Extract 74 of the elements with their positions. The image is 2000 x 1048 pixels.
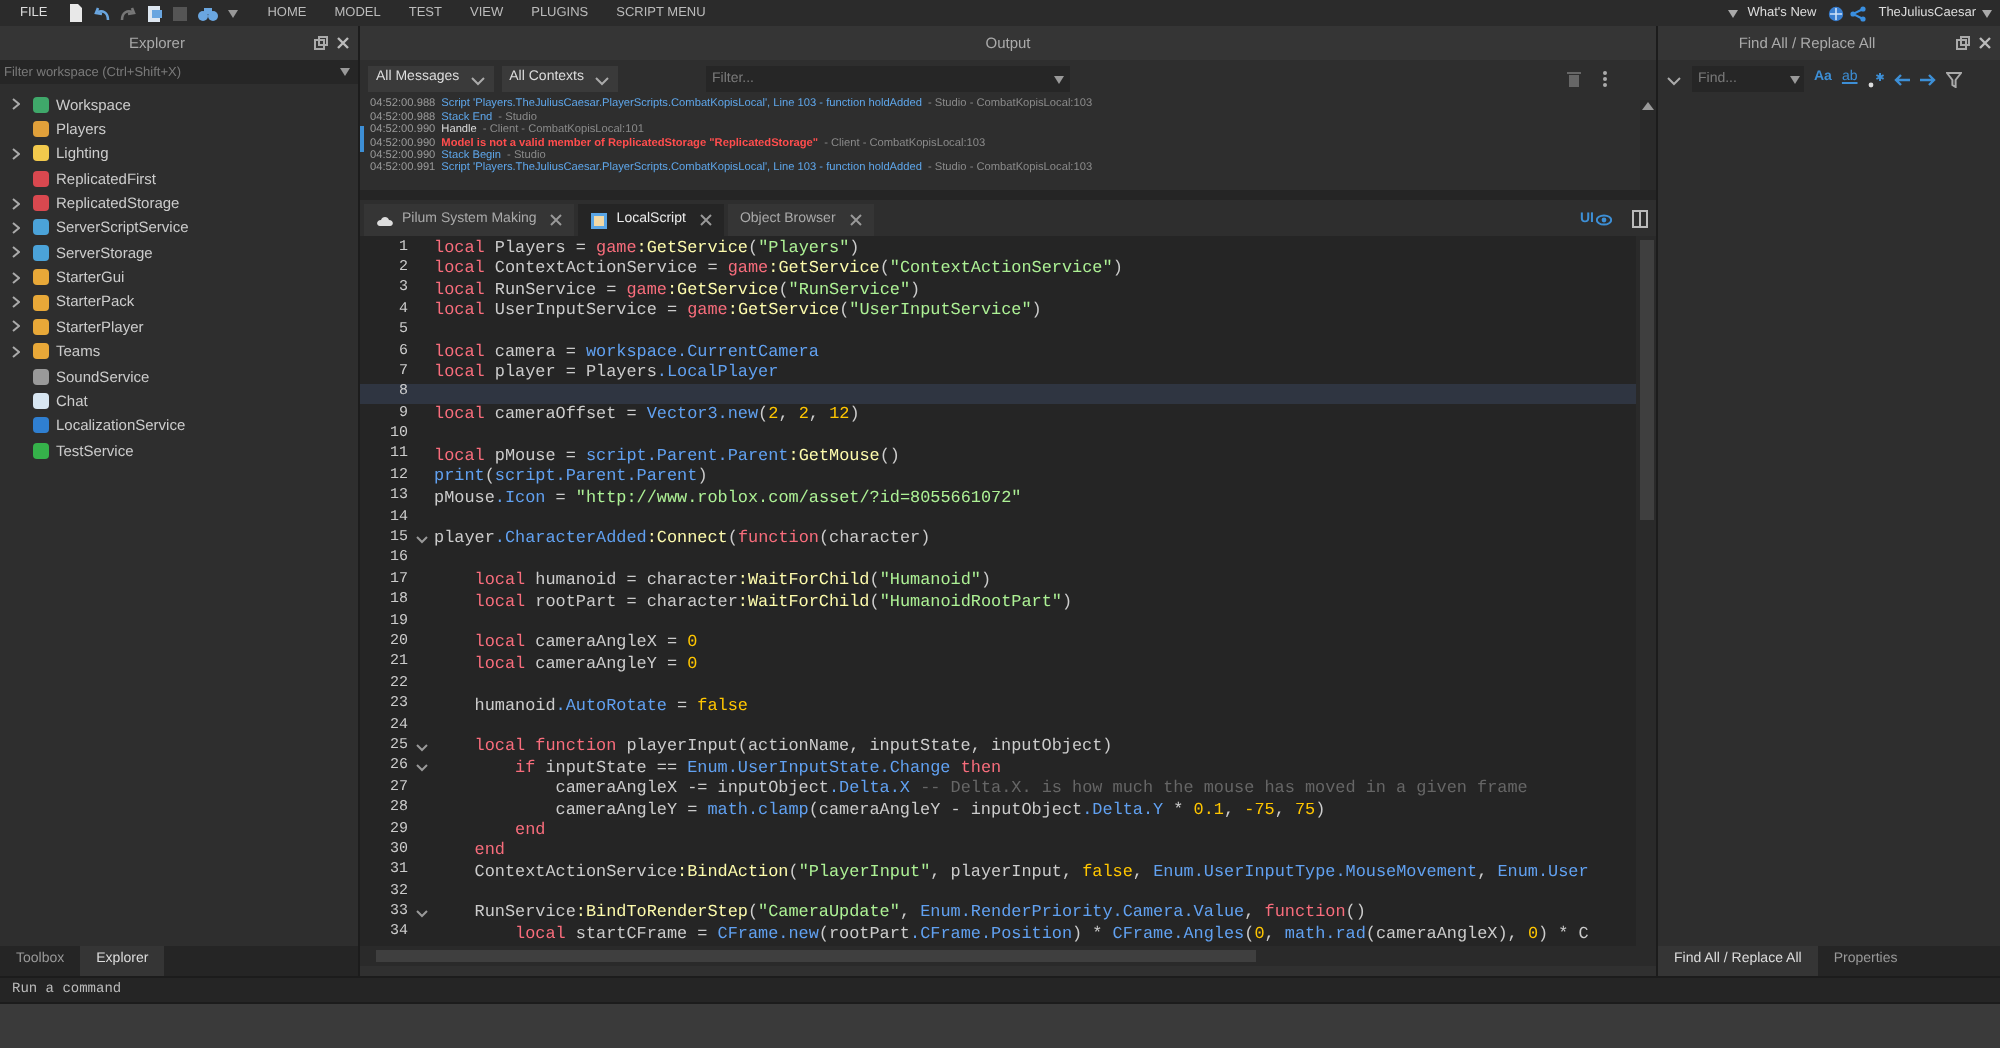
horizontal-scrollbar[interactable]: [360, 946, 1656, 966]
code-line: local UserInputService = game:GetService("UserInputService"): [434, 302, 1042, 320]
new-file-icon[interactable]: [67, 4, 84, 22]
chevron-right-icon[interactable]: [12, 221, 20, 234]
chevron-right-icon[interactable]: [12, 147, 20, 160]
chevron-right-icon[interactable]: [12, 197, 20, 210]
code-line: local cameraOffset = Vector3.new(2, 2, 12): [434, 406, 860, 424]
code-line: local humanoid = character:WaitForChild("Humanoid"): [472, 572, 992, 590]
split-icon[interactable]: [1632, 210, 1648, 228]
code-line: local camera = workspace.CurrentCamera: [434, 343, 819, 361]
globe-icon[interactable]: [1828, 5, 1845, 21]
caret-icon[interactable]: [1982, 9, 1992, 17]
code-line: pMouse.Icon = "http://www.roblox.com/asset/?id=8055661072": [434, 489, 1022, 507]
chevron-down-icon[interactable]: [1666, 73, 1682, 85]
close-icon[interactable]: [699, 214, 712, 226]
code-line: print(script.Parent.Parent): [434, 468, 708, 486]
code-line: local Players = game:GetService("Players"): [434, 239, 860, 257]
code-line: local function playerInput(actionName, inputState, inputObject): [472, 738, 1113, 756]
regex-icon[interactable]: [1867, 71, 1884, 87]
caret-icon[interactable]: [227, 9, 238, 17]
arrow-right-icon[interactable]: [1919, 73, 1936, 85]
close-icon[interactable]: [550, 214, 563, 226]
close-icon[interactable]: [849, 214, 862, 226]
chevron-right-icon[interactable]: [12, 320, 20, 333]
scroll-up-icon[interactable]: [1642, 102, 1654, 110]
caret-icon[interactable]: [1054, 75, 1064, 83]
fold-caret-icon[interactable]: [415, 535, 427, 544]
code-line: local cameraAngleX = 0: [472, 634, 698, 652]
code-line: local pMouse = script.Parent.Parent:GetMouse(): [434, 447, 900, 465]
code-line: end: [472, 842, 505, 860]
caret-icon[interactable]: [1790, 75, 1800, 83]
undock-icon[interactable]: [314, 36, 328, 50]
script-icon: [590, 211, 609, 229]
cloud-icon: [376, 211, 394, 229]
code-line: cameraAngleX -= inputObject.Delta.X -- Delta.X. is how much the mouse has moved in a given frame: [553, 780, 1528, 798]
share-icon[interactable]: [1850, 5, 1867, 21]
code-line: local cameraAngleY = 0: [472, 655, 698, 673]
filter-icon[interactable]: [1945, 71, 1962, 87]
code-line: RunService:BindToRenderStep("CameraUpdate", Enum.RenderPriority.Camera.Value, function(): [472, 904, 1366, 922]
code-line: local player = Players.LocalPlayer: [434, 364, 779, 382]
redo-icon[interactable]: [119, 5, 136, 21]
undock-icon[interactable]: [1956, 36, 1970, 50]
chevron-right-icon[interactable]: [12, 296, 20, 309]
code-line: ContextActionService:BindAction("PlayerInput", playerInput, false, Enum.UserInputType.MouseMovement, Enum.User: [472, 863, 1589, 881]
code-line: local ContextActionService = game:GetService("ContextActionService"): [434, 260, 1123, 278]
undo-icon[interactable]: [93, 5, 110, 21]
close-icon[interactable]: [336, 36, 350, 50]
caret-icon[interactable]: [1727, 9, 1738, 17]
chevron-right-icon[interactable]: [12, 271, 20, 284]
paste-icon[interactable]: [145, 4, 162, 22]
eye-icon: [1596, 214, 1612, 226]
code-line: end: [513, 821, 546, 839]
chevron-down-icon[interactable]: [594, 73, 610, 85]
more-icon[interactable]: [1602, 70, 1608, 88]
code-line: local RunService = game:GetService("RunService"): [434, 281, 921, 299]
code-line: local startCFrame = CFrame.new(rootPart.CFrame.Position) * CFrame.Angles(0, math.rad(cameraAngleX), 0) * C: [513, 925, 1589, 943]
vertical-scrollbar[interactable]: [1636, 236, 1656, 946]
code-line: cameraAngleY = math.clamp(cameraAngleY - inputObject.Delta.Y * 0.1, -75, 75): [553, 801, 1326, 818]
caret-icon[interactable]: [340, 68, 350, 76]
code-line: player.CharacterAdded:Connect(function(character): [434, 530, 931, 548]
binoculars-icon[interactable]: [197, 5, 218, 21]
chevron-right-icon[interactable]: [12, 246, 20, 259]
close-icon[interactable]: [1978, 36, 1992, 50]
code-line: humanoid.AutoRotate = false: [472, 697, 748, 715]
fold-caret-icon[interactable]: [415, 743, 427, 752]
chevron-right-icon[interactable]: [12, 345, 20, 358]
trash-icon[interactable]: [1566, 70, 1582, 88]
fold-caret-icon[interactable]: [415, 909, 427, 918]
chevron-right-icon[interactable]: [12, 98, 20, 111]
chevron-down-icon[interactable]: [469, 73, 486, 85]
code-line: local rootPart = character:WaitForChild("HumanoidRootPart"): [472, 593, 1073, 611]
fold-caret-icon[interactable]: [415, 763, 427, 772]
code-line: if inputState == Enum.UserInputState.Change then: [513, 759, 1002, 777]
arrow-left-icon[interactable]: [1893, 73, 1910, 85]
